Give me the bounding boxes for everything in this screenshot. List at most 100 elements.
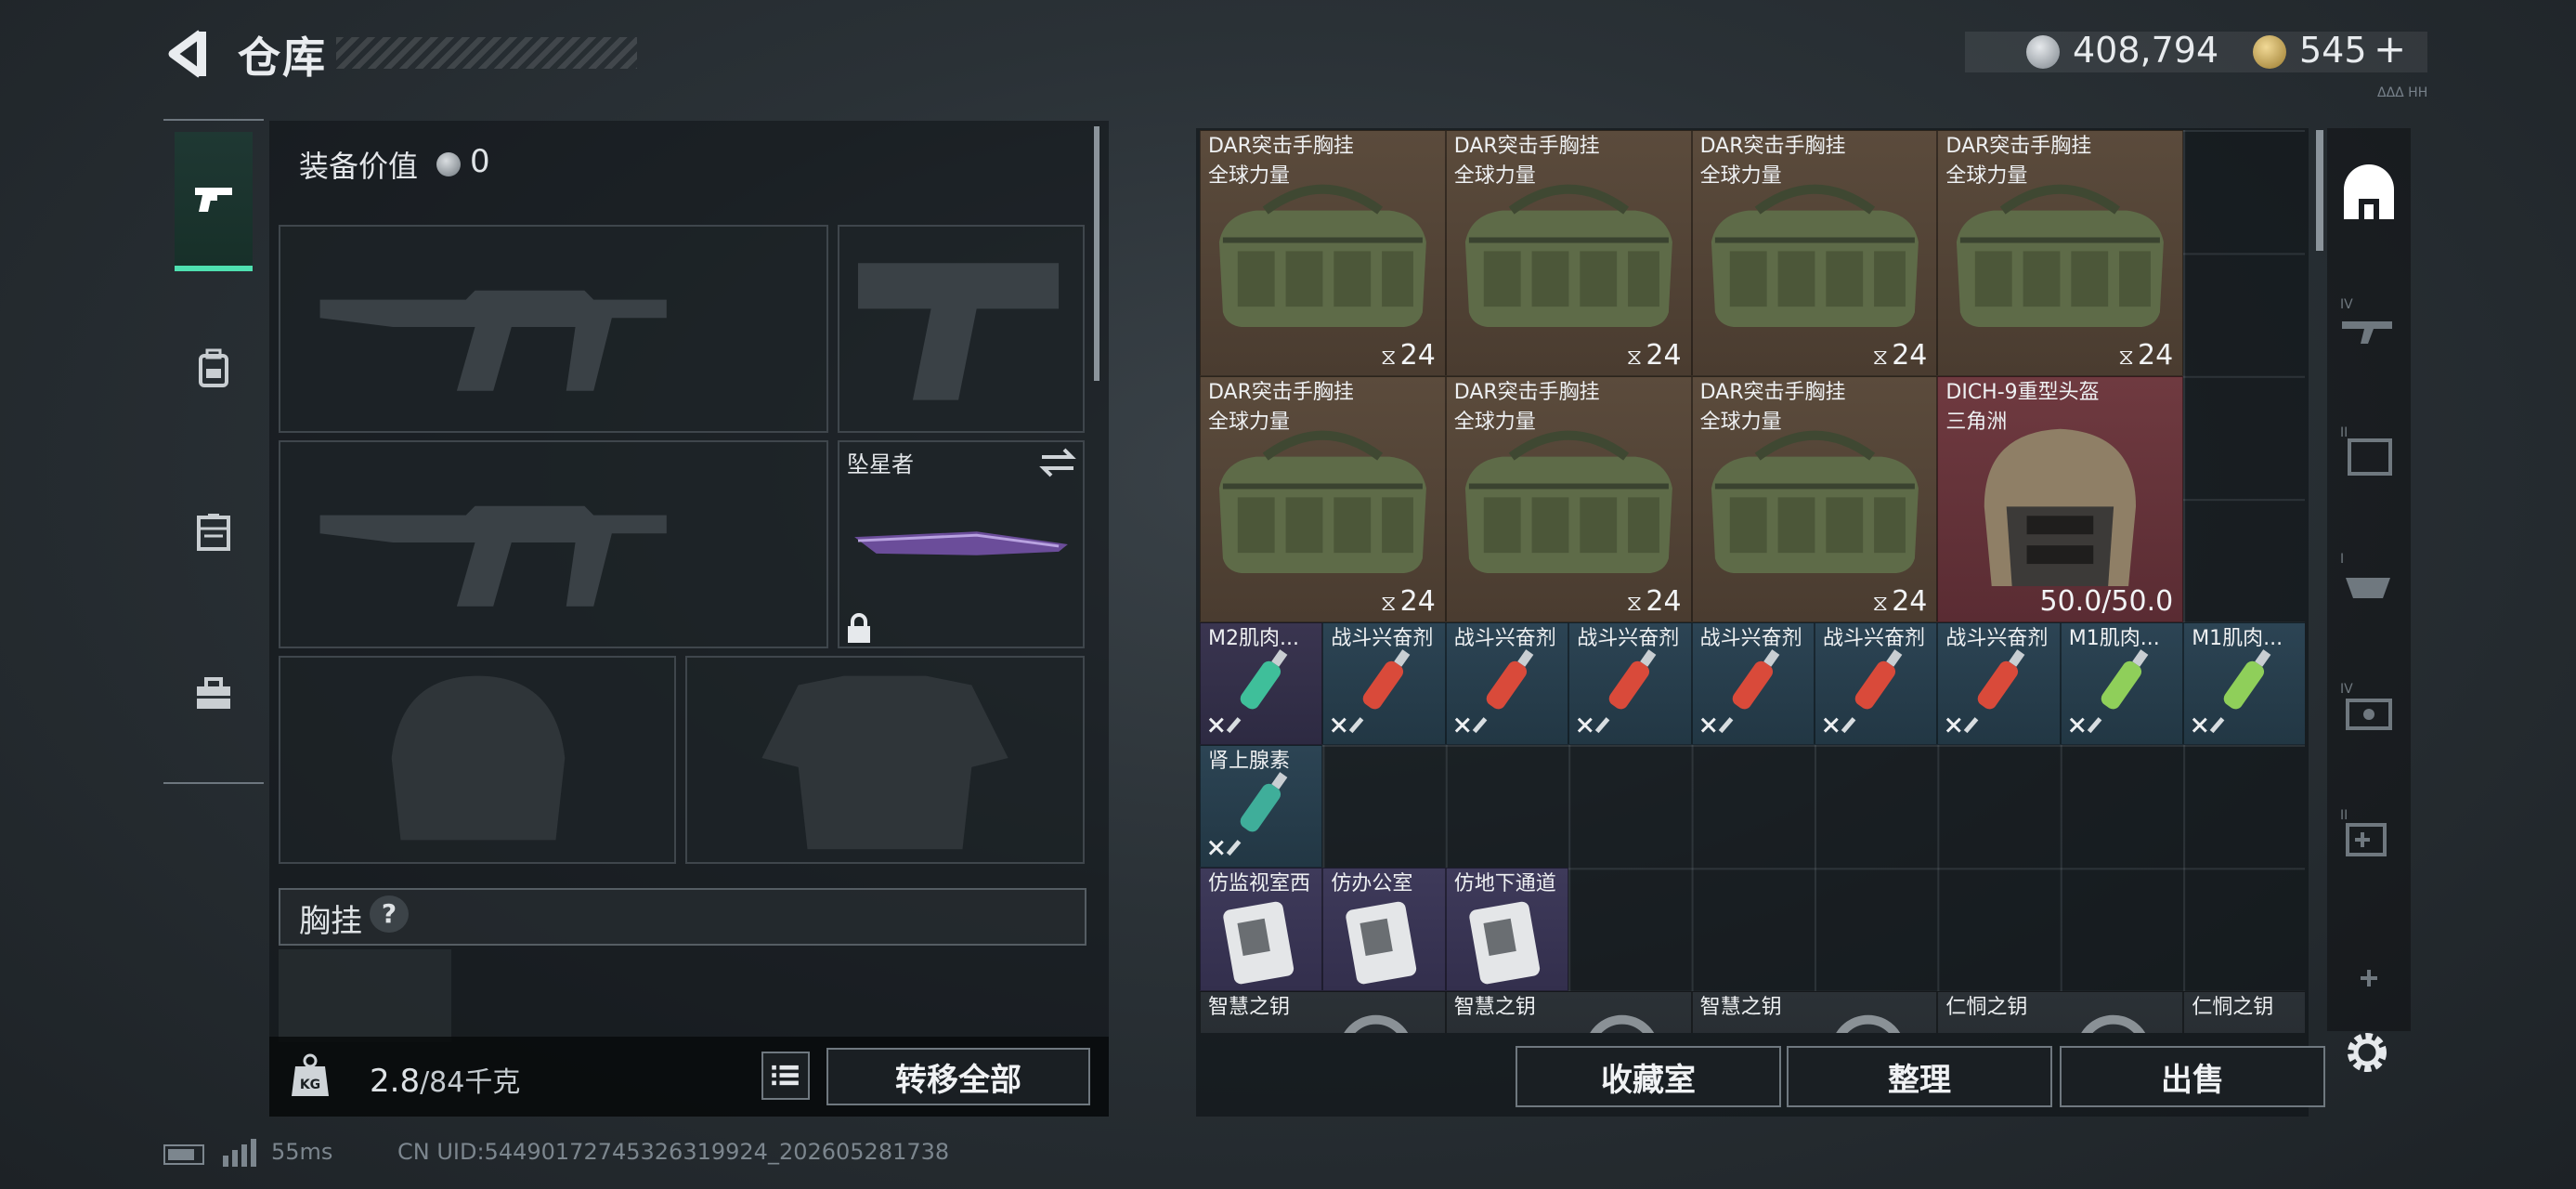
help-button[interactable]: ? bbox=[370, 895, 409, 933]
weight-icon: KG bbox=[292, 1053, 329, 1096]
key-item[interactable]: 智慧之钥 bbox=[1691, 990, 1938, 1033]
tier2-container-icon[interactable]: II bbox=[2336, 418, 2401, 483]
page-title: 仓库 bbox=[238, 33, 327, 83]
med-item[interactable]: 战斗兴奋剂 bbox=[1322, 621, 1446, 745]
back-arrow-icon[interactable] bbox=[163, 28, 210, 80]
item-name: 战斗兴奋剂 bbox=[1699, 626, 1802, 650]
item-subtitle: 全球力量 bbox=[1699, 164, 1782, 188]
lock-icon bbox=[848, 613, 870, 643]
key-item[interactable]: 智慧之钥 bbox=[1200, 990, 1446, 1033]
armor-slot[interactable] bbox=[685, 656, 1085, 864]
item-subtitle: 三角洲 bbox=[1945, 410, 2008, 434]
pistol-icon bbox=[195, 188, 232, 212]
chest-rig-item[interactable]: DAR突击手胸挂 全球力量 ⧖ 24 bbox=[1200, 130, 1446, 376]
item-name: 仿监视室西 bbox=[1208, 872, 1311, 896]
key-item[interactable]: 智慧之钥 bbox=[1445, 990, 1692, 1033]
chest-rig-item[interactable]: DAR突击手胸挂 全球力量 ⧖ 24 bbox=[1445, 130, 1692, 376]
item-name: DICH-9重型头盔 bbox=[1945, 380, 2100, 404]
secondary-weapon-slot[interactable] bbox=[279, 440, 828, 648]
item-stack-count: ⧖ 24 bbox=[1381, 339, 1436, 372]
keycard-item[interactable]: 仿办公室 bbox=[1322, 868, 1446, 991]
item-subtitle: 全球力量 bbox=[1208, 164, 1291, 188]
settings-gear-icon[interactable] bbox=[2340, 1026, 2394, 1079]
silver-coin-icon bbox=[436, 152, 461, 176]
svg-text:I: I bbox=[2340, 552, 2344, 567]
key-item[interactable]: 仁恫之钥 bbox=[2183, 990, 2305, 1033]
durability-readout: 50.0/50.0 bbox=[2039, 584, 2174, 618]
chest-rig-item[interactable]: DAR突击手胸挂 全球力量 ⧖ 24 bbox=[1937, 130, 2184, 376]
sort-button[interactable]: 整理 bbox=[1787, 1046, 2052, 1107]
helmet-item[interactable]: DICH-9重型头盔 三角洲 50.0/50.0 bbox=[1937, 375, 2184, 622]
stash-scrollbar[interactable] bbox=[2316, 130, 2323, 251]
list-view-button[interactable] bbox=[761, 1052, 810, 1100]
version-text: ΔΔΔ ΗΗ bbox=[2377, 85, 2428, 100]
med-item[interactable]: 战斗兴奋剂 bbox=[1937, 621, 2061, 745]
stack-icon: ⧖ bbox=[1380, 589, 1397, 616]
tier2-medkit-icon[interactable]: II bbox=[2336, 801, 2401, 866]
item-name: 仿地下通道 bbox=[1453, 872, 1556, 896]
key-item[interactable]: 仁恫之钥 bbox=[1937, 990, 2184, 1033]
tab-backpacks[interactable] bbox=[175, 299, 253, 438]
stack-value: 24 bbox=[1399, 584, 1436, 618]
med-item[interactable]: M1肌肉... bbox=[2183, 621, 2305, 745]
chest-rig-item[interactable]: DAR突击手胸挂 全球力量 ⧖ 24 bbox=[1200, 375, 1446, 622]
item-name: DAR突击手胸挂 bbox=[1699, 380, 1846, 404]
chest-rig-item[interactable]: DAR突击手胸挂 全球力量 ⧖ 24 bbox=[1691, 375, 1938, 622]
med-item[interactable]: M1肌肉... bbox=[2060, 621, 2184, 745]
svg-text:II: II bbox=[2340, 425, 2348, 440]
keycard-item[interactable]: 仿监视室西 bbox=[1200, 868, 1323, 991]
item-name: DAR突击手胸挂 bbox=[1208, 135, 1354, 158]
transfer-all-button[interactable]: 转移全部 bbox=[826, 1048, 1090, 1105]
tier4-rifle-icon[interactable]: IV bbox=[2336, 290, 2401, 355]
item-name: 智慧之钥 bbox=[1453, 995, 1536, 1019]
item-name: M1肌肉... bbox=[2192, 626, 2283, 650]
tier1-case-icon[interactable]: I bbox=[2336, 544, 2401, 609]
item-name: 肾上腺素 bbox=[1208, 750, 1291, 773]
home-base-icon[interactable] bbox=[2336, 163, 2401, 229]
helmet-slot[interactable] bbox=[279, 656, 676, 864]
silver-coin-icon bbox=[2026, 35, 2060, 69]
swap-icon[interactable] bbox=[1038, 446, 1077, 479]
med-item[interactable]: 战斗兴奋剂 bbox=[1445, 621, 1569, 745]
med-item[interactable]: 战斗兴奋剂 bbox=[1568, 621, 1692, 745]
svg-text:IV: IV bbox=[2340, 297, 2353, 312]
svg-text:KG: KG bbox=[300, 1078, 320, 1092]
sell-button[interactable]: 出售 bbox=[2060, 1046, 2325, 1107]
stack-icon: ⧖ bbox=[2118, 343, 2134, 370]
stack-icon: ⧖ bbox=[1872, 343, 1889, 370]
item-name: DAR突击手胸挂 bbox=[1453, 380, 1600, 404]
item-stack-count: ⧖ 24 bbox=[1872, 339, 1927, 372]
item-name: 战斗兴奋剂 bbox=[1453, 626, 1556, 650]
keycard-item[interactable]: 仿地下通道 bbox=[1445, 868, 1569, 991]
med-item[interactable]: 肾上腺素 bbox=[1200, 745, 1323, 869]
tab-weapons[interactable] bbox=[175, 132, 253, 271]
add-icon[interactable] bbox=[2336, 957, 2401, 1022]
chest-rig-item[interactable]: DAR突击手胸挂 全球力量 ⧖ 24 bbox=[1691, 130, 1938, 376]
loadout-scrollbar[interactable] bbox=[1094, 126, 1099, 381]
item-name: 智慧之钥 bbox=[1699, 995, 1782, 1019]
collection-room-button[interactable]: 收藏室 bbox=[1516, 1046, 1781, 1107]
svg-text:IV: IV bbox=[2340, 682, 2353, 697]
item-name: 战斗兴奋剂 bbox=[1945, 626, 2049, 650]
primary-weapon-slot[interactable] bbox=[279, 225, 828, 433]
med-item[interactable]: M2肌肉... bbox=[1200, 621, 1323, 745]
med-item[interactable]: 战斗兴奋剂 bbox=[1815, 621, 1938, 745]
item-name: 仿办公室 bbox=[1331, 872, 1413, 896]
list-icon bbox=[772, 1065, 799, 1086]
tier4-lock-icon[interactable]: IV bbox=[2336, 674, 2401, 739]
tab-armor[interactable] bbox=[175, 463, 253, 602]
vest-slot[interactable] bbox=[279, 949, 451, 1042]
add-currency-button[interactable]: + bbox=[2374, 26, 2406, 72]
med-item[interactable]: 战斗兴奋剂 bbox=[1691, 621, 1815, 745]
weight-capacity: /84千克 bbox=[420, 1066, 521, 1099]
tab-tools[interactable] bbox=[175, 624, 253, 764]
toolbox-icon bbox=[197, 677, 230, 709]
chest-rig-item[interactable]: DAR突击手胸挂 全球力量 ⧖ 24 bbox=[1445, 375, 1692, 622]
pistol-slot[interactable] bbox=[838, 225, 1085, 433]
stack-icon: ⧖ bbox=[1380, 343, 1397, 370]
item-stack-count: ⧖ 24 bbox=[1872, 585, 1927, 618]
gold-balance: 545 bbox=[2299, 30, 2367, 71]
uid-text: CN UID:5449017274532631992​4_20260528173… bbox=[397, 1139, 950, 1165]
item-name: 战斗兴奋剂 bbox=[1331, 626, 1434, 650]
helmet-silhouette-icon bbox=[391, 675, 566, 841]
